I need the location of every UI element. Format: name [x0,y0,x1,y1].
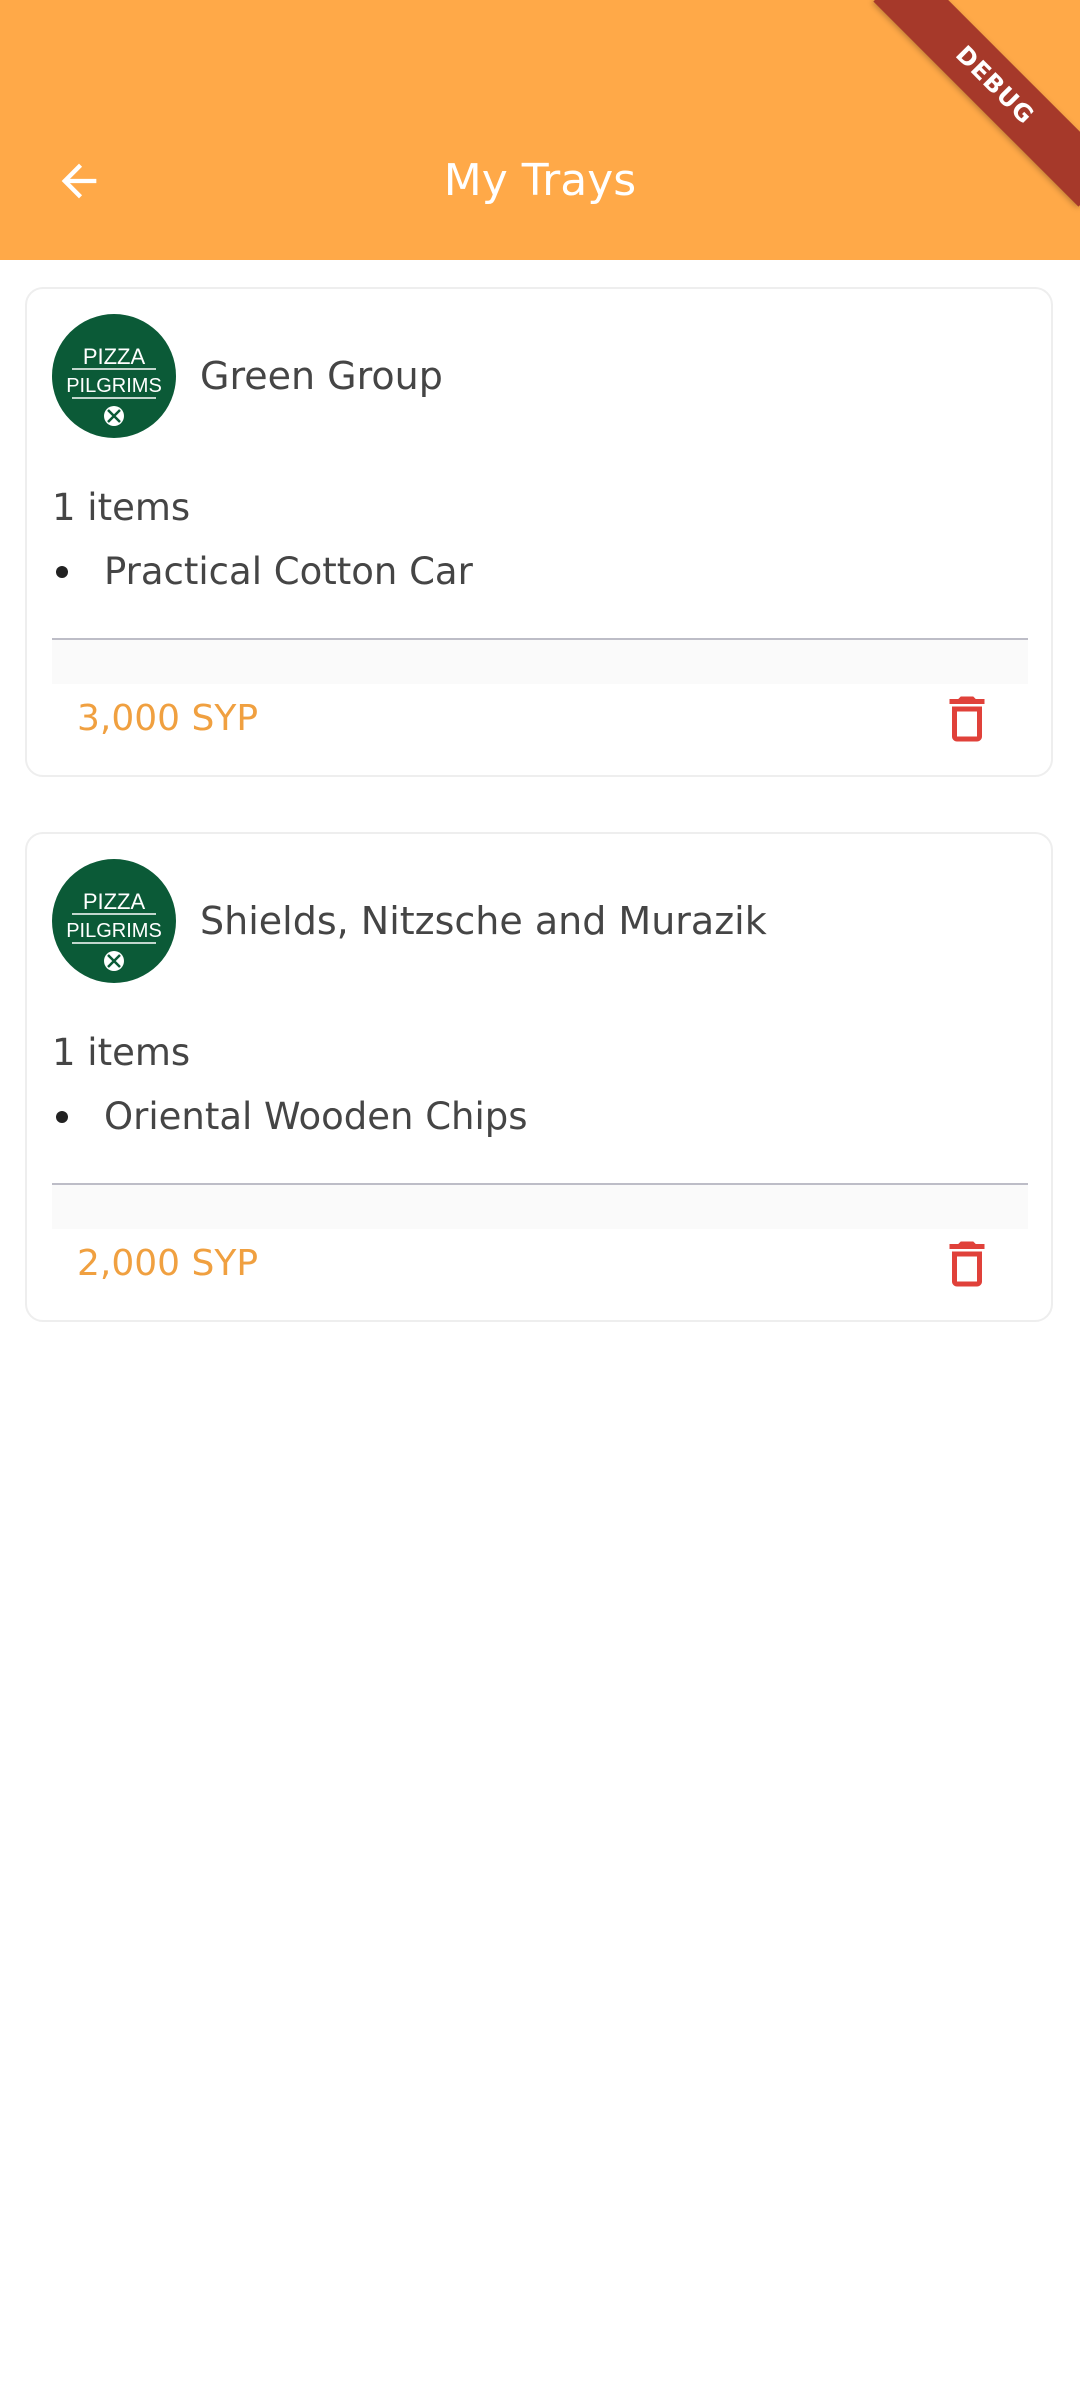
item-name: Practical Cotton Car [104,550,473,593]
items-count: 1 items [52,486,191,529]
tray-footer [52,1185,1028,1229]
tray-footer [52,640,1028,684]
delete-button[interactable] [937,687,997,751]
pizza-pilgrims-logo: PIZZA PILGRIMS [52,314,176,438]
tray-price: 2,000 SYP [77,1243,259,1284]
logo-text-line-2: PILGRIMS [66,375,162,397]
store-name: Shields, Nitzsche and Murazik [200,899,767,943]
logo-text-line-1: PIZZA [83,344,146,369]
list-item: Oriental Wooden Chips [52,1091,528,1143]
list-item: Practical Cotton Car [52,546,473,598]
delete-button[interactable] [937,1232,997,1296]
tray-card[interactable]: PIZZA PILGRIMS Shields, Nitzsche and Mur… [25,832,1053,1322]
store-name: Green Group [200,354,443,398]
trash-icon [949,696,985,742]
tray-price: 3,000 SYP [77,698,259,739]
tray-card[interactable]: PIZZA PILGRIMS Green Group 1 items Pract… [25,287,1053,777]
items-count: 1 items [52,1031,191,1074]
pizza-pilgrims-logo: PIZZA PILGRIMS [52,859,176,983]
page-title: My Trays [443,155,637,206]
bullet-icon [56,1111,68,1123]
trash-icon [949,1241,985,1287]
logo-text-line-1: PIZZA [83,889,146,914]
app-bar: My Trays DEBUG [0,0,1080,260]
item-name: Oriental Wooden Chips [104,1095,528,1138]
logo-text-line-2: PILGRIMS [66,920,162,942]
bullet-icon [56,566,68,578]
